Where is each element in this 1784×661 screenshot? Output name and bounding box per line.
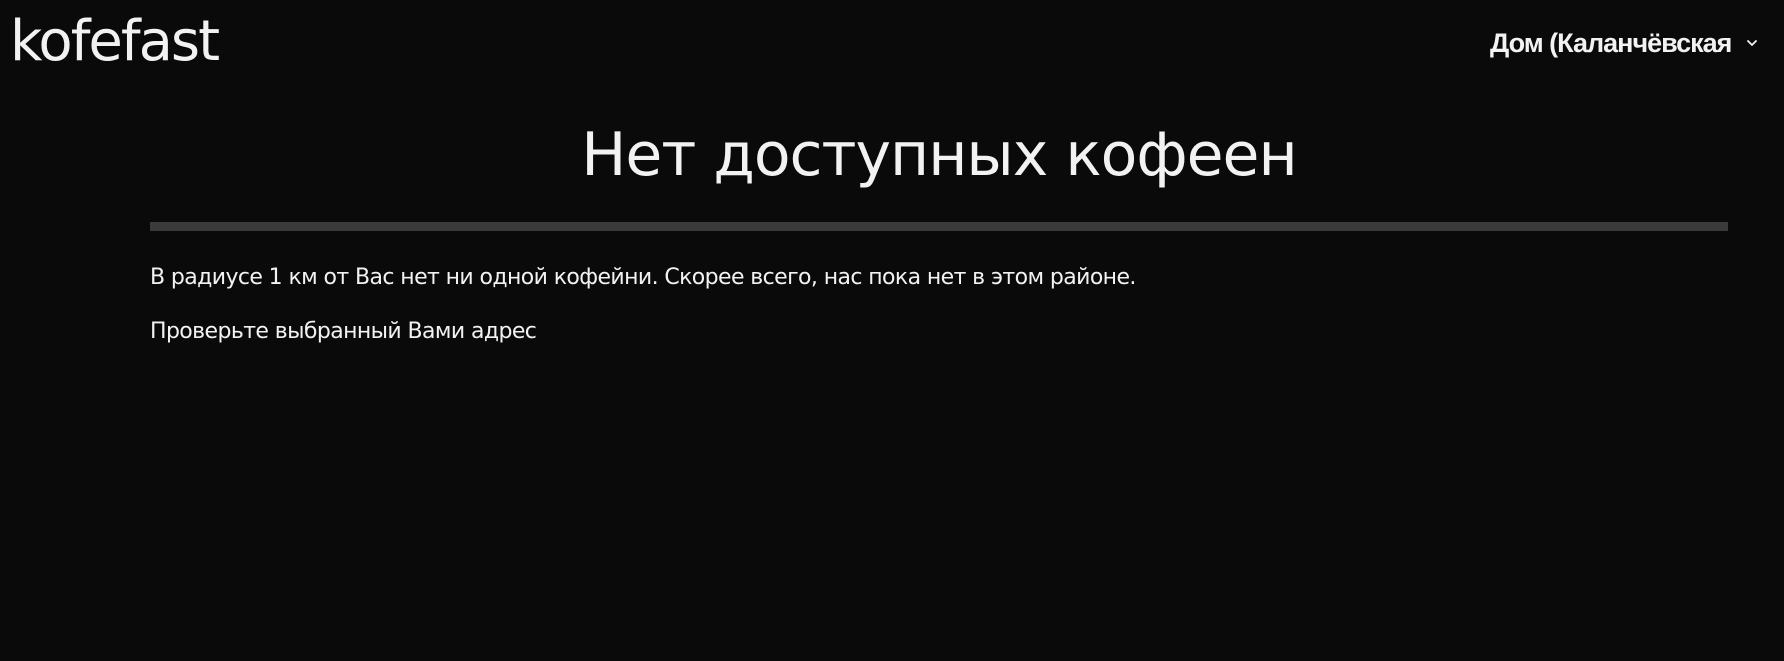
page-title: Нет доступных кофеен xyxy=(581,120,1297,190)
chevron-down-icon xyxy=(1747,40,1757,46)
address-hint: Проверьте выбранный Вами адрес xyxy=(150,319,537,344)
address-selector[interactable]: Дом (Каланчёвская xyxy=(1490,20,1759,66)
divider xyxy=(150,222,1728,231)
top-bar: kofefast Дом (Каланчёвская xyxy=(0,0,1784,90)
empty-state: Нет доступных кофеен В радиусе 1 км от В… xyxy=(150,110,1728,348)
empty-message: В радиусе 1 км от Вас нет ни одной кофей… xyxy=(150,265,1136,290)
logo[interactable]: kofefast xyxy=(10,4,220,80)
address-label: Дом (Каланчёвская xyxy=(1490,27,1732,58)
